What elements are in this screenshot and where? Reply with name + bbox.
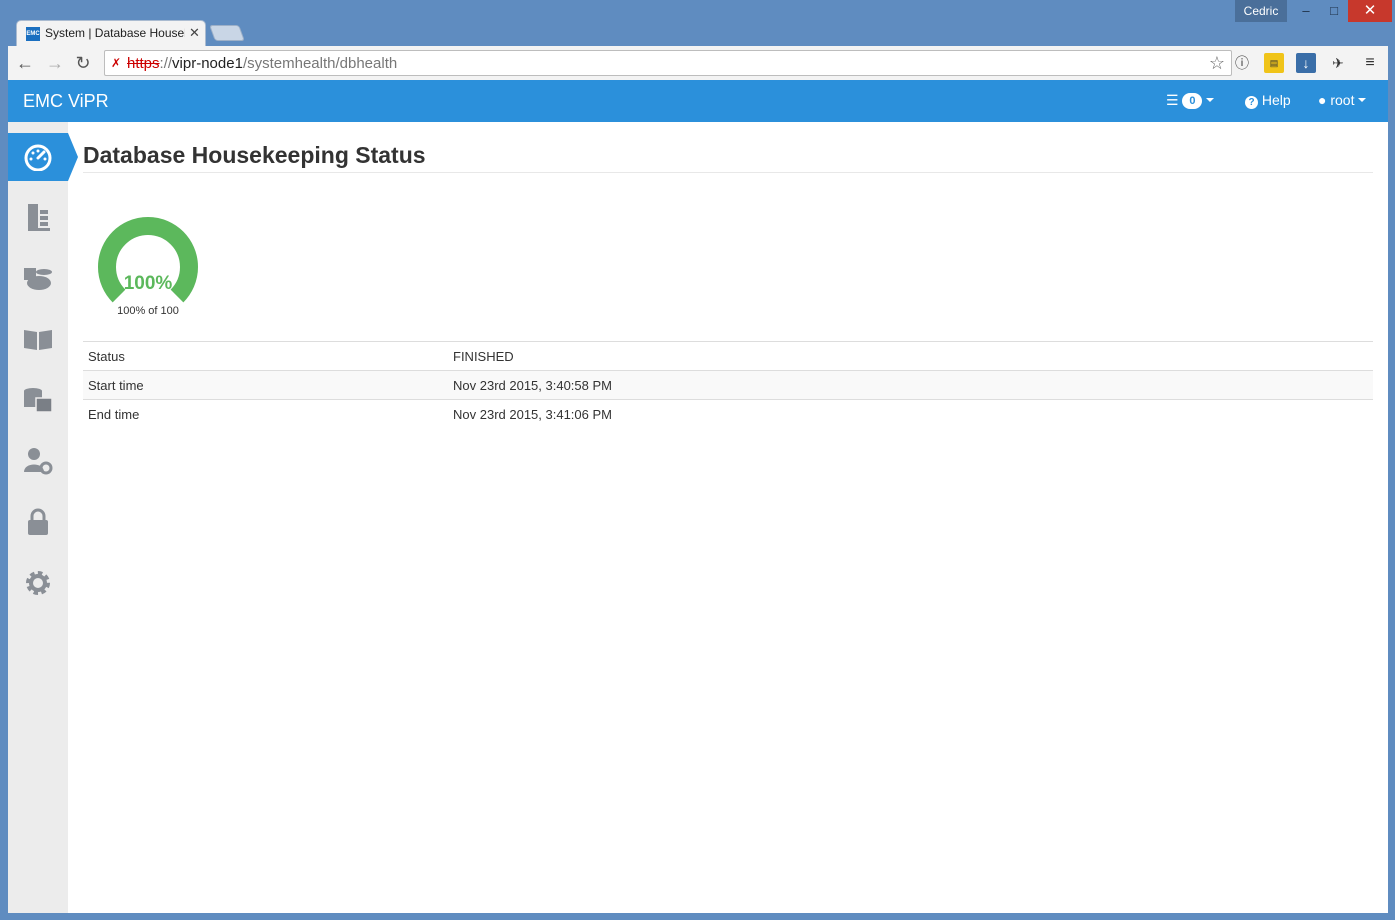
download-icon[interactable]: ↓ [1296,53,1316,73]
address-url: https://vipr-node1/systemhealth/dbhealth [127,55,398,72]
address-bar[interactable]: ✗ https://vipr-node1/systemhealth/dbheal… [104,50,1232,76]
extension-plane-icon[interactable]: ✈ [1328,53,1348,73]
sidebar-item-virtual-assets[interactable] [8,254,68,302]
notifications-menu[interactable]: ☰ 0 [1166,92,1215,109]
housekeeping-gauge: 100% 100% of 100 [95,217,201,327]
gauge-caption: 100% of 100 [117,305,179,317]
sidebar-item-security-admin[interactable] [8,437,68,485]
chevron-down-icon [1358,98,1367,102]
lock-icon [28,508,48,535]
gauge-value: 100% [123,273,173,294]
sidebar-item-catalog[interactable] [8,315,68,363]
detail-value: FINISHED [448,341,1373,371]
user-settings-icon [24,448,53,475]
browser-window: Cedric – □ ✕ EMC System | Database House… [0,0,1395,920]
page-title: Database Housekeeping Status [83,142,426,168]
housekeeping-details-table: Status FINISHED Start time Nov 23rd 2015… [83,341,1373,429]
catalog-book-icon [24,330,52,350]
close-window-button[interactable]: ✕ [1348,0,1392,22]
title-bar: Cedric – □ ✕ EMC System | Database House… [0,0,1395,46]
sidebar [8,122,78,913]
tab-close-icon[interactable]: ✕ [189,25,200,41]
tab-title: System | Database Housekeeping [45,26,185,40]
tasks-list-icon: ☰ [1166,92,1179,108]
cloud-storage-icon [24,268,52,290]
detail-key: End time [83,399,448,429]
user-menu-label: root [1330,92,1355,108]
browser-toolbar: ← → ↻ ✗ https://vipr-node1/systemhealth/… [8,46,1388,80]
help-label: Help [1261,92,1291,108]
app-header: EMC ViPR ☰ 0 ? Help ● root [8,80,1388,122]
chrome-menu-icon[interactable]: ≡ [1360,53,1380,73]
user-menu[interactable]: ● root [1318,92,1367,108]
detail-key: Start time [83,370,448,400]
help-link[interactable]: ? Help [1245,92,1291,109]
sidebar-item-security[interactable] [8,498,68,546]
sidebar-item-physical-assets[interactable] [8,193,68,241]
table-row: Start time Nov 23rd 2015, 3:40:58 PM [83,370,1373,400]
notifications-count-badge: 0 [1182,93,1203,109]
title-divider [83,172,1373,173]
insecure-lock-icon: ✗ [111,56,122,70]
reload-icon[interactable]: ↻ [72,52,94,74]
extension-ssb-icon[interactable]: ▤ [1264,53,1284,73]
sidebar-item-dashboard[interactable] [8,133,78,181]
bookmark-star-icon[interactable]: ☆ [1209,53,1225,74]
browser-tab[interactable]: EMC System | Database Housekeeping ✕ [16,20,206,46]
table-row: End time Nov 23rd 2015, 3:41:06 PM [83,399,1373,429]
chevron-down-icon [1206,98,1215,102]
dashboard-icon [24,144,52,171]
detail-value: Nov 23rd 2015, 3:41:06 PM [448,399,1373,429]
detail-key: Status [83,341,448,371]
profile-badge[interactable]: Cedric [1235,0,1287,22]
minimize-button[interactable]: – [1292,0,1320,22]
back-arrow-icon[interactable]: ← [14,52,36,74]
maximize-button[interactable]: □ [1320,0,1348,22]
detail-value: Nov 23rd 2015, 3:40:58 PM [448,370,1373,400]
gear-icon [26,571,50,595]
brand-logo[interactable]: EMC ViPR [23,91,109,112]
server-rack-icon [28,204,50,231]
user-icon: ● [1318,92,1327,108]
table-row: Status FINISHED [83,341,1373,371]
storage-folder-icon [24,388,53,413]
info-circle-icon[interactable]: ⓘ [1232,53,1252,73]
forward-arrow-icon[interactable]: → [44,52,66,74]
emc-favicon-icon: EMC [26,27,40,41]
sidebar-item-storage[interactable] [8,376,68,424]
question-circle-icon: ? [1245,96,1258,109]
sidebar-item-settings[interactable] [8,559,68,607]
page-viewport: EMC ViPR ☰ 0 ? Help ● root Database Hous… [8,80,1388,913]
new-tab-button[interactable] [209,25,245,41]
